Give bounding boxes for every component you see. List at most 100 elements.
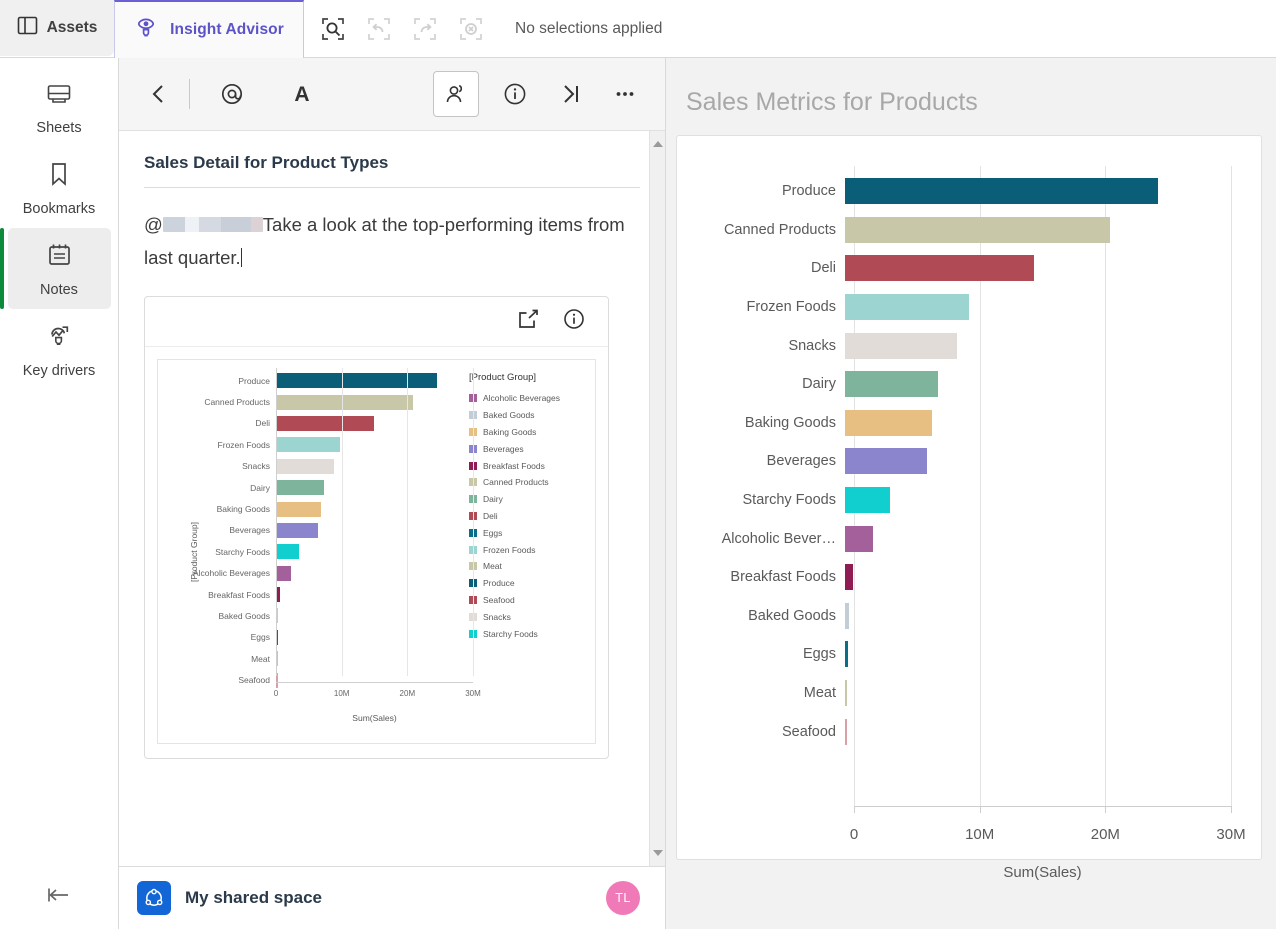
share-export-icon[interactable] [516, 307, 540, 336]
main-chart-row[interactable]: Beverages [705, 442, 1231, 481]
main-chart-bar[interactable] [845, 680, 848, 707]
redo-icon[interactable] [409, 13, 441, 45]
main-chart-bar-track [845, 371, 1231, 398]
thumb-chart-bar-track [276, 544, 475, 560]
back-button[interactable] [139, 74, 179, 114]
main-chart-bar[interactable] [845, 525, 874, 552]
main-chart-bar[interactable] [845, 294, 969, 321]
tab-insight-advisor[interactable]: Insight Advisor [114, 0, 304, 58]
thumb-legend-label: Beverages [483, 443, 524, 454]
main-chart-bar[interactable] [845, 602, 850, 629]
collapse-right-icon[interactable] [551, 74, 591, 114]
clear-selections-icon[interactable] [455, 13, 487, 45]
collapse-left-icon[interactable] [0, 861, 118, 929]
thumb-x-axis-label: Sum(Sales) [352, 713, 397, 723]
sidebar-item-sheets[interactable]: Sheets [8, 68, 111, 147]
shared-space-name[interactable]: My shared space [185, 888, 322, 908]
selection-search-icon[interactable] [317, 13, 349, 45]
main-chart-row[interactable]: Canned Products [705, 211, 1231, 250]
thumb-x-ticks: 0 10M 20M 30M [274, 689, 481, 703]
thumb-legend-item: Canned Products [469, 474, 589, 491]
main-chart-bar[interactable] [845, 718, 848, 745]
thumb-legend-label: Breakfast Foods [483, 460, 545, 471]
thumb-chart-category-label: Frozen Foods [217, 439, 270, 450]
thumb-chart-category-label: Snacks [242, 461, 270, 472]
note-title: Sales Detail for Product Types [144, 153, 389, 172]
thumb-chart-bar [276, 458, 334, 474]
thumbnail-bar-chart[interactable]: [Product Group] Produce Canned Products De… [157, 359, 596, 744]
scroll-up-arrow[interactable] [650, 136, 665, 152]
main-chart-row[interactable]: Produce [705, 172, 1231, 211]
main-chart-row[interactable]: Baked Goods [705, 597, 1231, 636]
page-title: Sales Metrics for Products [686, 88, 978, 116]
sidebar-item-notes[interactable]: Notes [0, 228, 111, 309]
collaborators-icon[interactable] [433, 71, 479, 117]
thumb-chart-category-label: Baking Goods [216, 504, 270, 515]
more-options-icon[interactable] [605, 74, 645, 114]
thumb-chart-tick-label: 20M [399, 689, 416, 698]
main-chart-bar[interactable] [845, 255, 1035, 282]
avatar[interactable]: TL [606, 881, 640, 915]
main-chart-bar[interactable] [845, 487, 891, 514]
embedded-chart-card[interactable]: [Product Group] Produce Canned Products De… [144, 296, 609, 759]
thumb-legend-item: Starchy Foods [469, 625, 589, 642]
sidebar-item-bookmarks[interactable]: Bookmarks [8, 147, 111, 228]
main-chart-row[interactable]: Deli [705, 249, 1231, 288]
main-chart-row[interactable]: Seafood [705, 712, 1231, 751]
main-chart-bar[interactable] [845, 564, 853, 591]
left-nav-rail: Sheets Bookmarks Notes Key drivers [0, 58, 119, 929]
thumb-chart-row: Baking Goods [180, 498, 475, 519]
thumb-legend-label: Baking Goods [483, 426, 537, 437]
main-chart-row[interactable]: Meat [705, 674, 1231, 713]
main-chart-row[interactable]: Baking Goods [705, 404, 1231, 443]
main-x-axis-label: Sum(Sales) [1003, 864, 1082, 881]
info-icon[interactable] [562, 307, 586, 336]
main-chart-row[interactable]: Dairy [705, 365, 1231, 404]
notes-panel: A Sales Detail for Product Types @ Take a… [119, 58, 666, 929]
main-chart-bar[interactable] [845, 409, 933, 436]
thumb-chart-row: Seafood [180, 669, 475, 690]
thumb-chart-row: Starchy Foods [180, 541, 475, 562]
main-chart-row[interactable]: Snacks [705, 326, 1231, 365]
main-chart-bar[interactable] [845, 448, 928, 475]
main-chart-category-label: Dairy [802, 376, 836, 393]
main-chart-bar-track [845, 178, 1231, 205]
main-chart-bar[interactable] [845, 371, 938, 398]
selection-toolbar: No selections applied [304, 0, 662, 57]
notes-scrollbar[interactable] [649, 131, 665, 866]
main-chart-tickmark [979, 806, 981, 813]
panel-icon [17, 16, 38, 40]
undo-icon[interactable] [363, 13, 395, 45]
thumb-chart-category-label: Eggs [250, 632, 270, 643]
sidebar-item-key-drivers[interactable]: Key drivers [8, 309, 111, 390]
thumb-legend-label: Meat [483, 561, 502, 572]
toolbar-divider [189, 79, 190, 109]
main-chart-row[interactable]: Alcoholic Bever… [705, 519, 1231, 558]
main-chart-bar[interactable] [845, 332, 957, 359]
thumb-chart-bar [276, 501, 322, 517]
thumb-legend-label: Eggs [483, 527, 503, 538]
note-text-editor[interactable]: @ Take a look at the top-performing items… [119, 188, 665, 274]
thumb-chart-gridline [276, 368, 277, 676]
main-chart-bar[interactable] [845, 641, 849, 668]
scroll-down-arrow[interactable] [650, 845, 665, 861]
sidebar-item-label: Sheets [36, 120, 82, 136]
main-chart-bar[interactable] [845, 178, 1158, 205]
thumb-chart-row: Beverages [180, 520, 475, 541]
main-chart-bar-track [845, 216, 1231, 243]
thumb-legend-item: Seafood [469, 592, 589, 609]
main-bar-chart[interactable]: Produce Canned Products Deli Frozen Foods Sn… [676, 135, 1262, 881]
main-chart-row[interactable]: Breakfast Foods [705, 558, 1231, 597]
thumb-x-axis-line [276, 682, 473, 683]
at-mention-icon[interactable] [212, 74, 252, 114]
main-chart-row[interactable]: Starchy Foods [705, 481, 1231, 520]
assets-button[interactable]: Assets [0, 0, 114, 56]
main-chart-row[interactable]: Frozen Foods [705, 288, 1231, 327]
main-chart-bar[interactable] [845, 216, 1111, 243]
thumb-legend-item: Snacks [469, 608, 589, 625]
main-chart-row[interactable]: Eggs [705, 635, 1231, 674]
text-format-icon[interactable]: A [282, 74, 322, 114]
thumb-chart-bar-track [276, 629, 475, 645]
info-icon[interactable] [495, 74, 535, 114]
thumb-legend-item: Frozen Foods [469, 541, 589, 558]
